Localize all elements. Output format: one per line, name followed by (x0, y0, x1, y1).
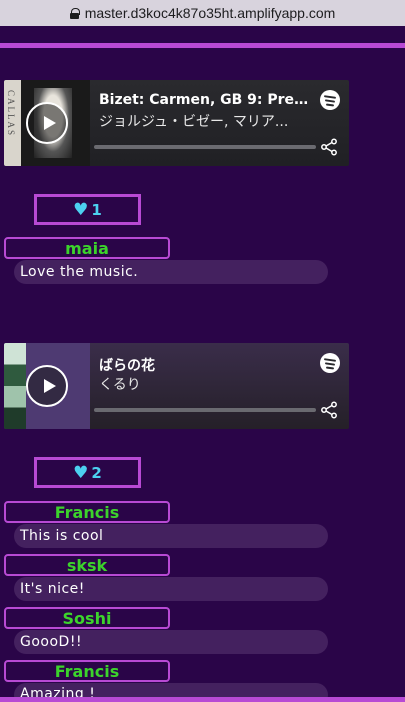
like-count: 1 (91, 200, 102, 219)
comment-username: maia (4, 237, 170, 259)
spotify-embed-player[interactable]: CALLAS Bizet: Carmen, GB 9: Prelu... ジョル… (4, 80, 349, 166)
comment-text: GoooD!! (14, 630, 328, 654)
spotify-icon[interactable] (320, 90, 340, 110)
share-icon[interactable] (320, 401, 338, 419)
comment-text: Love the music. (14, 260, 328, 284)
like-button[interactable]: ♥ 1 (34, 194, 141, 225)
comment-username: Soshi (4, 607, 170, 629)
cover-text: CALLAS (6, 90, 16, 138)
comment-username: Francis (4, 501, 170, 523)
comment-text: It's nice! (14, 577, 328, 601)
progress-bar[interactable] (94, 145, 316, 149)
spotify-icon[interactable] (320, 353, 340, 373)
url-text: master.d3koc4k87o35ht.amplifyapp.com (84, 5, 336, 21)
track-title[interactable]: Bizet: Carmen, GB 9: Prelu... (99, 92, 309, 108)
top-divider (0, 43, 405, 48)
track-artist[interactable]: くるり (99, 374, 309, 394)
like-button[interactable]: ♥ 2 (34, 457, 141, 488)
comment-text: This is cool (14, 524, 328, 548)
lock-icon (69, 7, 80, 19)
heart-icon: ♥ (73, 199, 89, 220)
like-count: 2 (91, 463, 102, 482)
heart-icon: ♥ (73, 462, 89, 483)
bottom-divider (0, 697, 405, 702)
share-icon[interactable] (320, 138, 338, 156)
address-bar[interactable]: master.d3koc4k87o35ht.amplifyapp.com (0, 0, 405, 26)
track-title[interactable]: ばらの花 (99, 355, 309, 375)
progress-bar[interactable] (94, 408, 316, 412)
play-icon[interactable] (26, 365, 68, 407)
track-artist[interactable]: ジョルジュ・ビゼー, マリア... (99, 111, 309, 131)
play-icon[interactable] (26, 102, 68, 144)
comment-username: sksk (4, 554, 170, 576)
spotify-embed-player[interactable]: ばらの花 くるり (4, 343, 349, 429)
comment-username: Francis (4, 660, 170, 682)
